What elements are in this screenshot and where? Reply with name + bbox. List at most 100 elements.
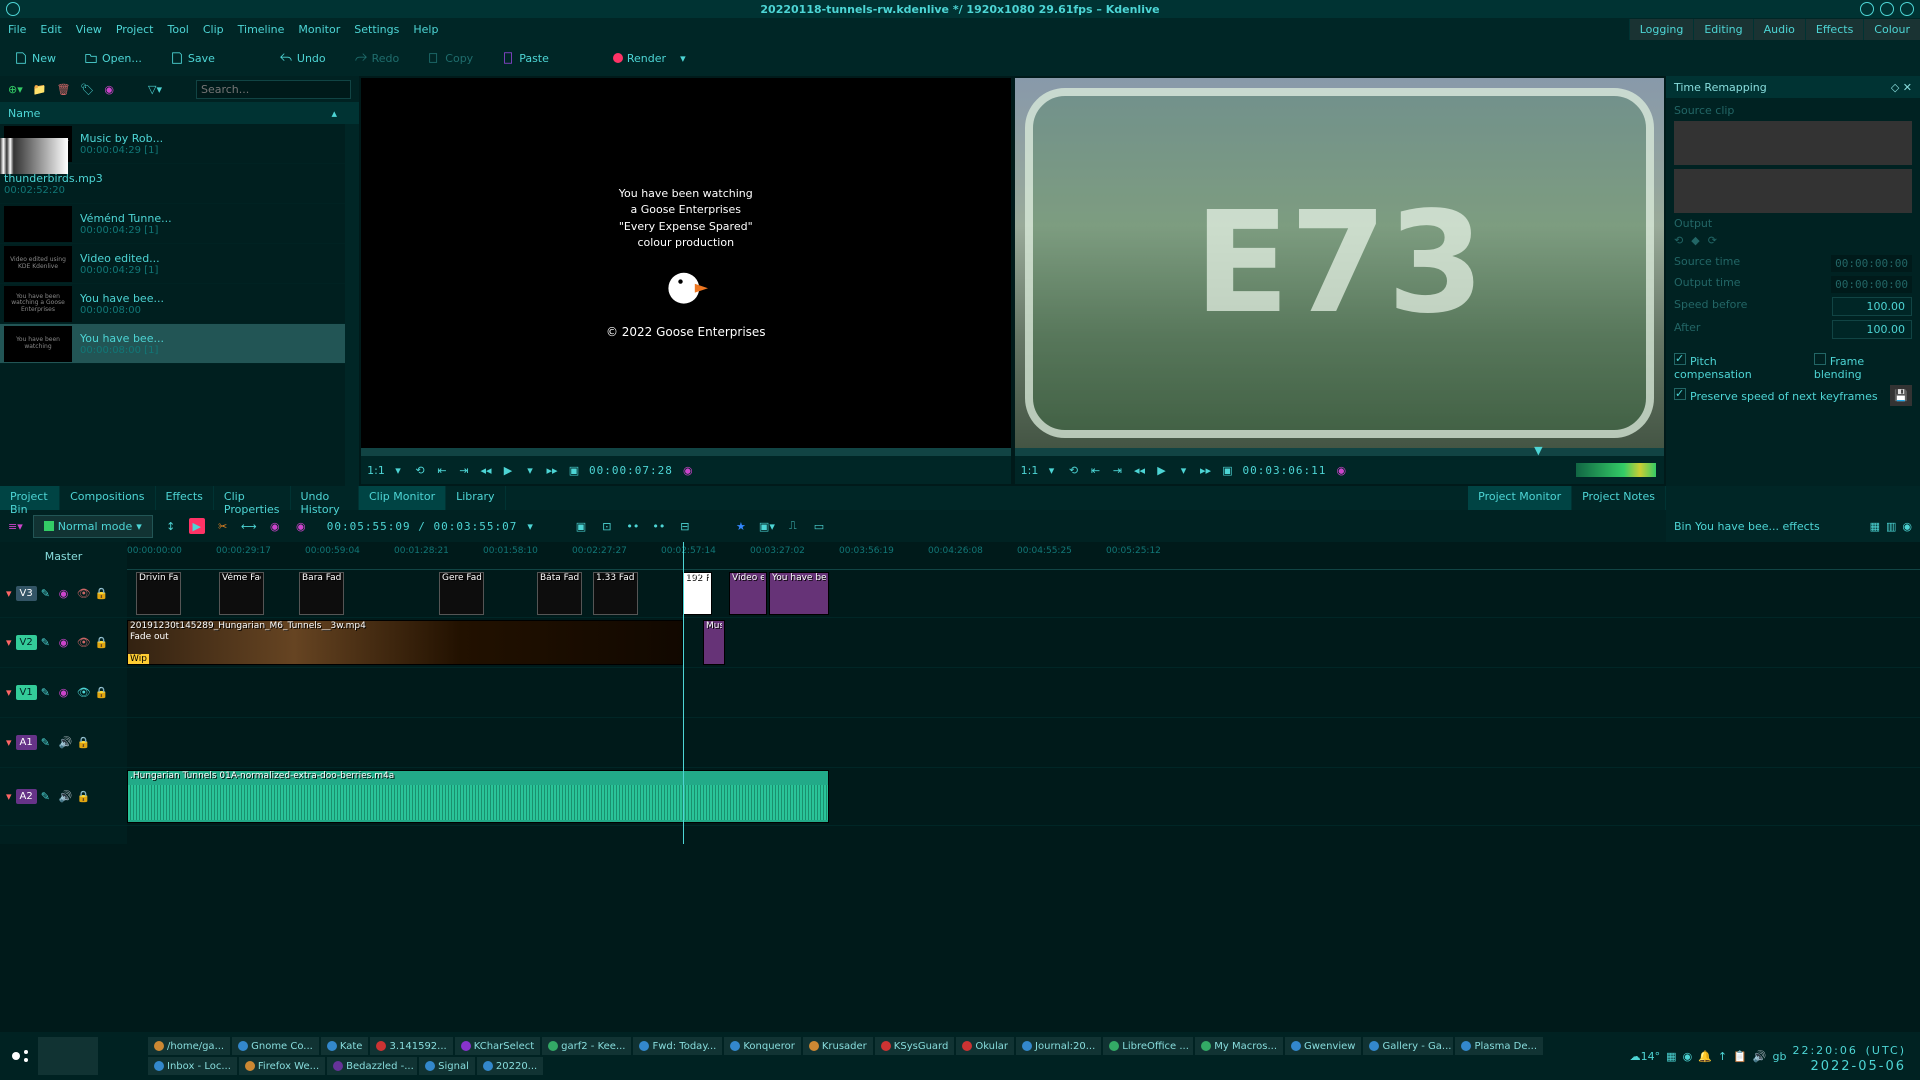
bin-header[interactable]: Name▴ (0, 102, 359, 124)
add-kf-icon[interactable]: ◆ (1691, 234, 1699, 247)
speed-before-input[interactable]: 100.00 (1832, 297, 1912, 316)
tag-icon[interactable]: 🏷 (80, 83, 94, 96)
taskbar-task[interactable]: 3.141592... (370, 1037, 452, 1055)
spacer-tool-icon[interactable]: ⟷ (241, 518, 257, 534)
clip-scrubber[interactable] (361, 448, 1011, 456)
taskbar-task[interactable]: Gnome Co... (232, 1037, 319, 1055)
volume-icon[interactable]: 🔊 (1753, 1050, 1767, 1063)
playhead[interactable] (683, 542, 684, 844)
loop-icon[interactable]: ⟲ (1067, 463, 1081, 477)
tab-undo-history[interactable]: Undo History (291, 486, 360, 510)
play-icon[interactable]: ▶ (501, 463, 515, 477)
taskbar-task[interactable]: /home/ga... (148, 1037, 230, 1055)
menu-file[interactable]: File (8, 23, 26, 36)
app-launcher[interactable] (6, 1035, 146, 1077)
forward-icon[interactable]: ▸▸ (1199, 463, 1213, 477)
music-clip[interactable]: Musi Fade (703, 620, 725, 665)
menu-clip[interactable]: Clip (203, 23, 224, 36)
preview-icon[interactable]: ▣▾ (759, 518, 775, 534)
tab-library[interactable]: Library (446, 486, 505, 510)
bin-item[interactable]: thunderbirds.mp300:02:52:20 (0, 164, 359, 204)
crop-icon[interactable]: ▣ (567, 463, 581, 477)
in-icon[interactable]: ⇤ (435, 463, 449, 477)
tab-compositions[interactable]: Compositions (60, 486, 155, 510)
track-v1[interactable] (127, 668, 1920, 718)
taskbar-task[interactable]: garf2 - Kee... (542, 1037, 631, 1055)
title-clip[interactable]: Video e Fade in (729, 572, 767, 615)
track-v2[interactable]: 20191230t145289_Hungarian_M6_Tunnels__3w… (127, 618, 1920, 668)
track-a2[interactable]: .Hungarian Tunnels 01A-normalized-extra-… (127, 768, 1920, 826)
eff-toggle-icon[interactable]: ◉ (1902, 520, 1912, 533)
mute-icon[interactable]: 🔊 (59, 736, 73, 749)
track-v3[interactable]: Drivin FadeVéme FadeBara FadeGere FadeBá… (127, 570, 1920, 618)
play-icon[interactable]: ▶ (1155, 463, 1169, 477)
taskbar-task[interactable]: LibreOffice ... (1103, 1037, 1193, 1055)
maximize-icon[interactable] (1880, 2, 1894, 16)
edit-mode-select[interactable]: Normal mode▾ (33, 515, 153, 538)
taskbar-task[interactable]: Journal:20... (1016, 1037, 1101, 1055)
mute-icon[interactable]: 🔊 (59, 790, 73, 803)
taskbar-task[interactable]: Fwd: Today... (633, 1037, 722, 1055)
extract-icon[interactable]: ⊟ (677, 518, 693, 534)
title-clip[interactable]: You have be (769, 572, 829, 615)
out-time-value[interactable]: 00:00:00:00 (1831, 276, 1912, 293)
audio-clip[interactable]: .Hungarian Tunnels 01A-normalized-extra-… (127, 770, 829, 823)
add-clip-icon[interactable]: ⊕▾ (8, 83, 23, 96)
keyboard-layout[interactable]: gb (1773, 1050, 1787, 1063)
taskbar-task[interactable]: Gwenview (1285, 1037, 1361, 1055)
blend-checkbox[interactable] (1814, 353, 1826, 365)
panel-close-icon[interactable]: ◇ ✕ (1891, 81, 1912, 94)
menu-tool[interactable]: Tool (167, 23, 188, 36)
menu-timeline[interactable]: Timeline (238, 23, 285, 36)
scale-label[interactable]: 1:1 (369, 463, 383, 477)
track-header-v3[interactable]: ▾V3✎◉👁🔒 (0, 570, 127, 618)
paste-button[interactable]: Paste (495, 47, 555, 69)
out-icon[interactable]: ⇥ (1111, 463, 1125, 477)
pager[interactable] (38, 1037, 98, 1075)
taskbar-task[interactable]: Gallery - Ga... (1363, 1037, 1453, 1055)
taskbar-task[interactable]: KSysGuard (875, 1037, 955, 1055)
bin-scrollbar[interactable] (345, 124, 359, 486)
title-clip[interactable]: Drivin Fade (136, 572, 181, 615)
mute-icon[interactable]: 👁 (77, 686, 91, 699)
edit-icon[interactable]: ✎ (41, 587, 55, 600)
insert-icon[interactable]: •• (625, 518, 641, 534)
folder-icon[interactable]: 📁 (33, 83, 47, 96)
forward-icon[interactable]: ▸▸ (545, 463, 559, 477)
render-button[interactable]: Render▾ (607, 48, 692, 69)
eff-split-icon[interactable]: ▥ (1886, 520, 1896, 533)
taskbar-task[interactable]: Okular (956, 1037, 1014, 1055)
out-icon[interactable]: ⇥ (457, 463, 471, 477)
scale-label[interactable]: 1:1 (1023, 463, 1037, 477)
title-clip[interactable]: Gere Fade (439, 572, 484, 615)
next-kf-icon[interactable]: ⟳ (1708, 234, 1717, 247)
taskbar-task[interactable]: 20220... (477, 1057, 543, 1075)
menu-view[interactable]: View (76, 23, 102, 36)
edit-icon[interactable]: ✎ (41, 736, 55, 749)
open-button[interactable]: Open... (78, 47, 148, 69)
roll-icon[interactable]: ◉ (293, 518, 309, 534)
delete-icon[interactable]: 🗑 (56, 83, 70, 96)
loop-icon[interactable]: ⟲ (413, 463, 427, 477)
mix-icon[interactable]: ▣ (573, 518, 589, 534)
track-header-v2[interactable]: ▾V2✎◉👁🔒 (0, 618, 127, 668)
menu-help[interactable]: Help (413, 23, 438, 36)
eff-save-icon[interactable]: ▦ (1870, 520, 1880, 533)
effects-icon[interactable]: ◉ (681, 463, 695, 477)
video-clip[interactable]: 20191230t145289_Hungarian_M6_Tunnels__3w… (127, 620, 683, 665)
bin-item[interactable]: You have been watchingYou have bee...00:… (0, 324, 359, 364)
preserve-checkbox[interactable] (1674, 388, 1686, 400)
timeline-body[interactable]: 00:00:00:0000:00:29:1700:00:59:0400:01:2… (127, 542, 1920, 844)
weather-widget[interactable]: ☁14° (1630, 1050, 1661, 1063)
tray-icon[interactable]: 📋 (1733, 1050, 1747, 1063)
bin-item[interactable]: Video edited using KDE KdenliveVideo edi… (0, 244, 359, 284)
track-header-v1[interactable]: ▾V1✎◉👁🔒 (0, 668, 127, 718)
tab-project-monitor[interactable]: Project Monitor (1468, 486, 1572, 510)
ripple-icon[interactable]: ◉ (267, 518, 283, 534)
title-clip[interactable]: Véme Fade (219, 572, 264, 615)
minimize-icon[interactable] (1860, 2, 1874, 16)
tray-icon[interactable]: ▦ (1666, 1050, 1676, 1063)
tray-icon[interactable]: ◉ (1683, 1050, 1693, 1063)
master-label[interactable]: Master (0, 542, 127, 570)
project-monitor-view[interactable]: E73 (1015, 78, 1665, 448)
